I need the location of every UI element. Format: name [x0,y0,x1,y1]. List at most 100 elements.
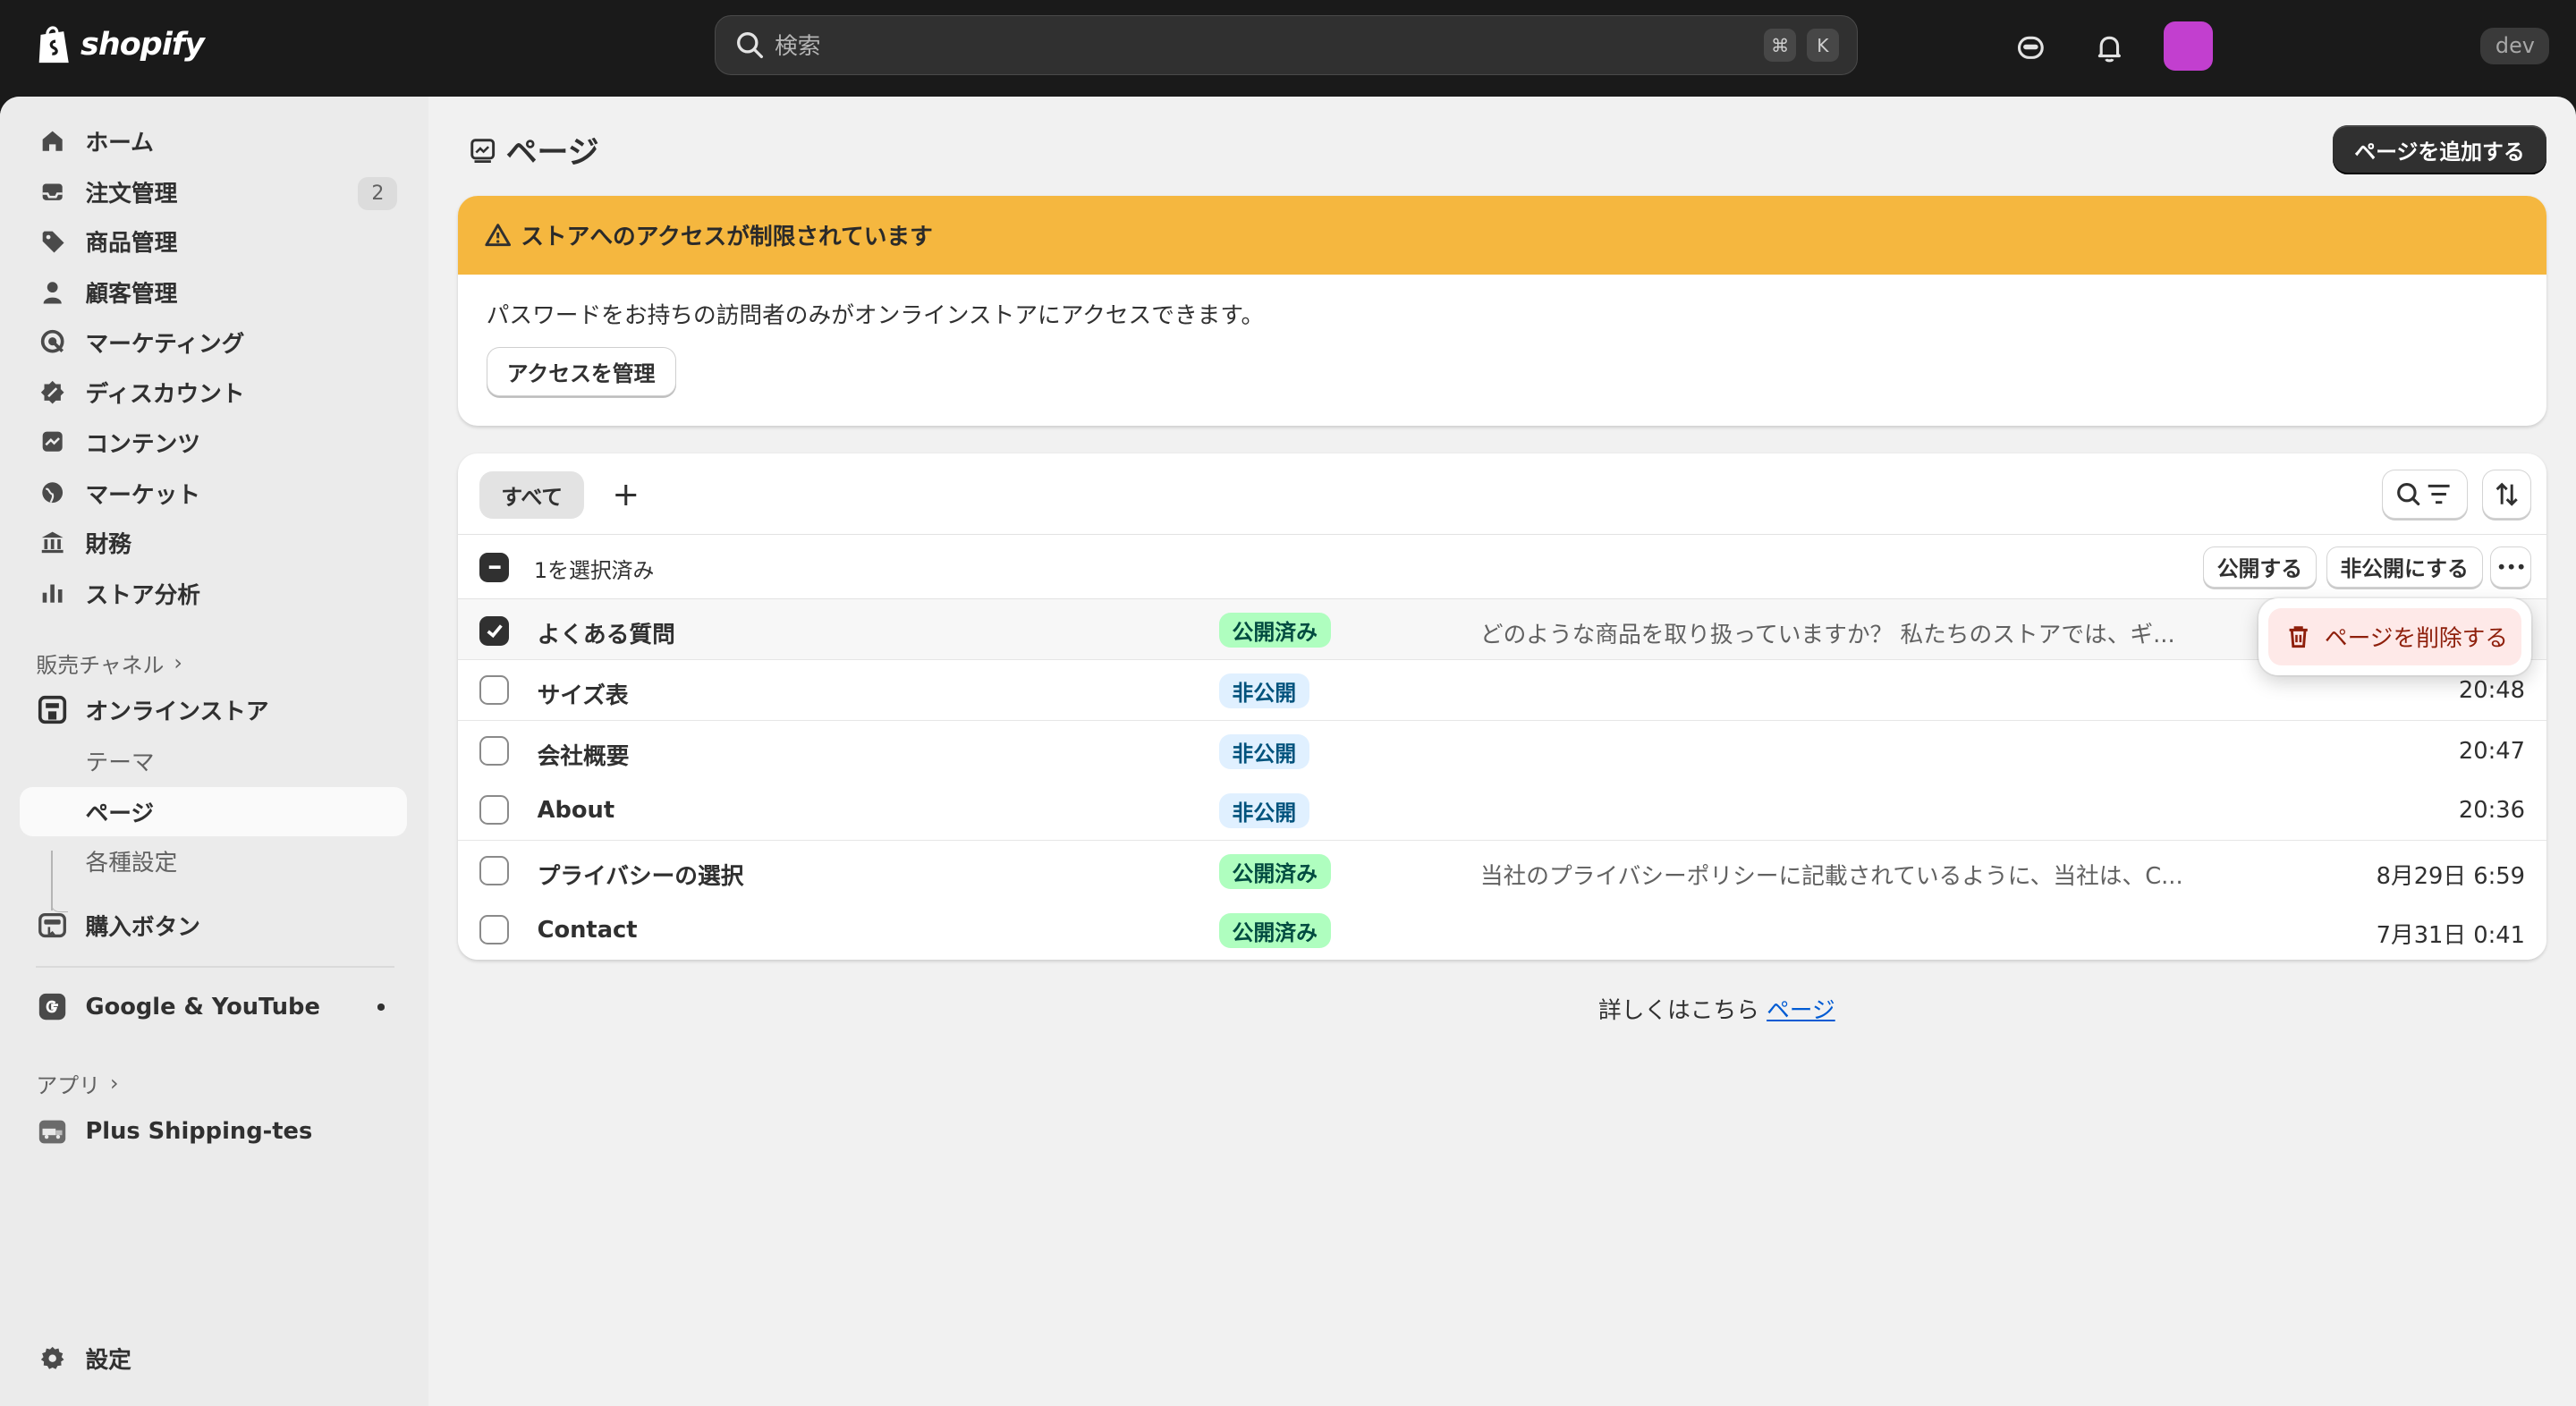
sidebar-item-products[interactable]: 商品管理 [20,216,407,266]
status-badge: 非公開 [1218,733,1309,769]
banner-body: パスワードをお持ちの訪問者のみがオンラインストアにアクセスできます。 アクセスを… [458,275,2546,419]
table-row[interactable]: よくある質問 公開済み どのような商品を取り扱っていますか？ 私たちのストアでは… [458,599,2546,661]
sidebar-item-home[interactable]: ホーム [20,116,407,165]
excerpt-cell: どのような商品を取り扱っていますか？ 私たちのストアでは、ギ... [1479,621,2175,648]
page-title-cell[interactable]: Contact [538,917,638,944]
storefront-icon [36,693,69,726]
trash-icon [2285,623,2311,649]
home-icon [36,125,69,158]
app-truck-icon [36,1115,69,1148]
sidebar-item-label: Plus Shipping-tes [85,1118,313,1146]
table-row[interactable]: プライバシーの選択 公開済み 当社のプライバシーポリシーに記載されているように、… [458,841,2546,902]
apps-label: アプリ [36,1072,100,1098]
row-checkbox[interactable] [479,674,510,705]
search-icon [737,32,764,59]
notification-bell-icon[interactable] [2089,28,2129,67]
table-row[interactable]: Contact 公開済み 7月31日 0:41 [458,900,2546,960]
publish-button[interactable]: 公開する [2203,546,2317,588]
page-title-cell[interactable]: よくある質問 [538,616,675,649]
help-footer: 詳しくはこちら ページ [0,992,2576,1025]
shopify-logo[interactable]: shopify [36,23,205,66]
page-title-cell[interactable]: 会社概要 [538,738,630,771]
sidebar-item-finance[interactable]: 財務 [20,518,407,567]
sidebar-item-app[interactable]: Plus Shipping-tes [20,1107,407,1156]
shopify-bag-icon [39,26,70,63]
sidebar-subitem-themes[interactable]: テーマ [20,736,407,785]
tab-all[interactable]: すべて [479,471,585,520]
delete-page-menu-item[interactable]: ページを削除する [2268,607,2522,665]
buy-button-icon [36,909,69,942]
row-checkbox[interactable] [479,615,510,646]
page-title-cell[interactable]: プライバシーの選択 [538,858,744,891]
sidebar-item-label: 設定 [85,1347,131,1375]
inbox-icon [36,176,69,209]
sidebar-item-settings[interactable]: 設定 [20,1334,407,1383]
sidebar-item-marketing[interactable]: マーケティング [20,317,407,366]
page-title-cell[interactable]: サイズ表 [538,677,629,710]
banner-text: パスワードをお持ちの訪問者のみがオンラインストアにアクセスできます。 [486,302,1265,330]
user-avatar[interactable] [2163,21,2214,71]
status-badge: 公開済み [1218,613,1331,648]
add-view-button[interactable]: + [606,475,646,514]
sidebar-item-discounts[interactable]: ディスカウント [20,368,407,417]
table-row[interactable]: 会社概要 非公開 20:47 [458,721,2546,783]
sidebar-item-orders[interactable]: 注文管理 2 [20,167,407,216]
banner-header: ストアへのアクセスが制限されています [458,195,2546,275]
sidebar-item-analytics[interactable]: ストア分析 [20,568,407,617]
help-link[interactable]: ページ [1767,997,1835,1024]
shopify-wordmark: shopify [80,26,205,63]
sidebar-subitem-preferences[interactable]: 各種設定 [20,836,407,885]
row-checkbox[interactable] [479,855,510,885]
page-title: ページ [470,128,599,173]
table-row[interactable]: サイズ表 非公開 20:48 [458,660,2546,722]
store-name-badge[interactable]: dev [2480,28,2550,64]
sort-button[interactable] [2482,470,2532,520]
pages-icon [470,138,496,163]
chevron-right-icon: › [110,1071,119,1097]
help-text: 詳しくはこちら [1597,997,1759,1025]
more-actions-button[interactable] [2490,546,2532,588]
sidebar-item-label: ホーム [85,130,154,157]
sales-channels-label: 販売チャネル [36,652,165,678]
bank-icon [36,526,69,559]
sidebar-item-label: マーケティング [85,330,245,358]
select-all-checkbox[interactable] [479,553,510,583]
apps-heading[interactable]: アプリ › [36,1068,118,1099]
unpublish-button[interactable]: 非公開にする [2326,546,2483,588]
sidebar-subitem-pages[interactable]: ページ [20,786,408,836]
sidebar-item-label: 商品管理 [85,230,178,258]
sidekick-icon[interactable] [2011,28,2050,67]
updated-cell: 20:48 [2458,676,2525,704]
sidebar-item-buy-button[interactable]: 購入ボタン [20,901,407,950]
discount-icon [36,377,69,410]
row-checkbox[interactable] [479,915,510,945]
table-row[interactable]: About 非公開 20:36 [458,780,2546,842]
sidebar-item-customers[interactable]: 顧客管理 [20,267,407,317]
search-bar[interactable]: ⌘ K [714,14,1859,76]
checkmark-icon [487,624,503,639]
updated-cell: 7月31日 0:41 [2376,921,2525,949]
restricted-access-banner: ストアへのアクセスが制限されています パスワードをお持ちの訪問者のみがオンライン… [458,195,2546,426]
page-title-cell[interactable]: About [538,797,615,824]
updated-cell: 20:47 [2458,737,2525,765]
sidebar-item-label: 顧客管理 [85,281,178,309]
content-icon [36,426,69,459]
tag-icon [36,225,69,258]
sidebar-item-markets[interactable]: マーケット [20,468,407,517]
sort-icon [2496,482,2518,506]
manage-access-button[interactable]: アクセスを管理 [486,346,676,396]
sales-channels-heading[interactable]: 販売チャネル › [36,648,182,679]
sidebar-item-content[interactable]: コンテンツ [20,418,407,467]
search-filter-button[interactable] [2382,470,2468,520]
shortcut-k-key: K [1806,29,1840,62]
sidebar-item-label: 購入ボタン [85,913,200,941]
add-page-button[interactable]: ページを追加する [2333,124,2546,174]
row-checkbox[interactable] [479,794,510,825]
page-title-text: ページ [505,135,599,172]
sidebar-item-online-store[interactable]: オンラインストア [20,685,407,734]
row-checkbox[interactable] [479,735,510,766]
search-filter-icon [2397,483,2450,506]
excerpt-cell: 当社のプライバシーポリシーに記載されているように、当社は、C... [1479,862,2183,890]
search-input[interactable] [771,25,1699,69]
sidebar-item-label: ストア分析 [85,581,200,609]
